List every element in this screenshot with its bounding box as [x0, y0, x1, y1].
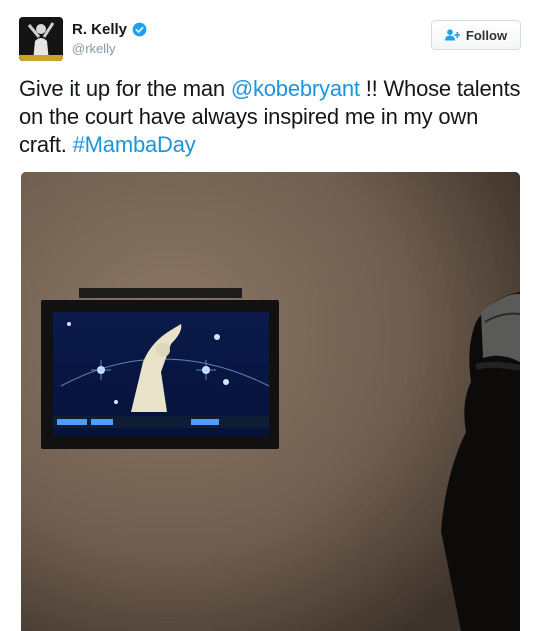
follow-button[interactable]: Follow: [431, 20, 521, 50]
display-name-row: R. Kelly: [72, 21, 147, 38]
tweet-photo[interactable]: [21, 172, 520, 631]
user-handle[interactable]: @rkelly: [72, 41, 147, 56]
hashtag-link[interactable]: #MambaDay: [73, 132, 196, 157]
verified-badge-icon: [132, 22, 147, 37]
add-user-icon: [444, 29, 461, 41]
follow-label: Follow: [465, 27, 508, 43]
display-name[interactable]: R. Kelly: [72, 21, 127, 38]
user-avatar[interactable]: [19, 17, 63, 61]
tweet-text: Give it up for the man @kobebryant !! Wh…: [19, 75, 524, 159]
user-names: R. Kelly @rkelly: [72, 21, 147, 56]
mention-link[interactable]: @kobebryant: [231, 76, 360, 101]
tweet-header: R. Kelly @rkelly Follow: [19, 17, 521, 65]
tweet-text-part: Give it up for the man: [19, 76, 231, 101]
